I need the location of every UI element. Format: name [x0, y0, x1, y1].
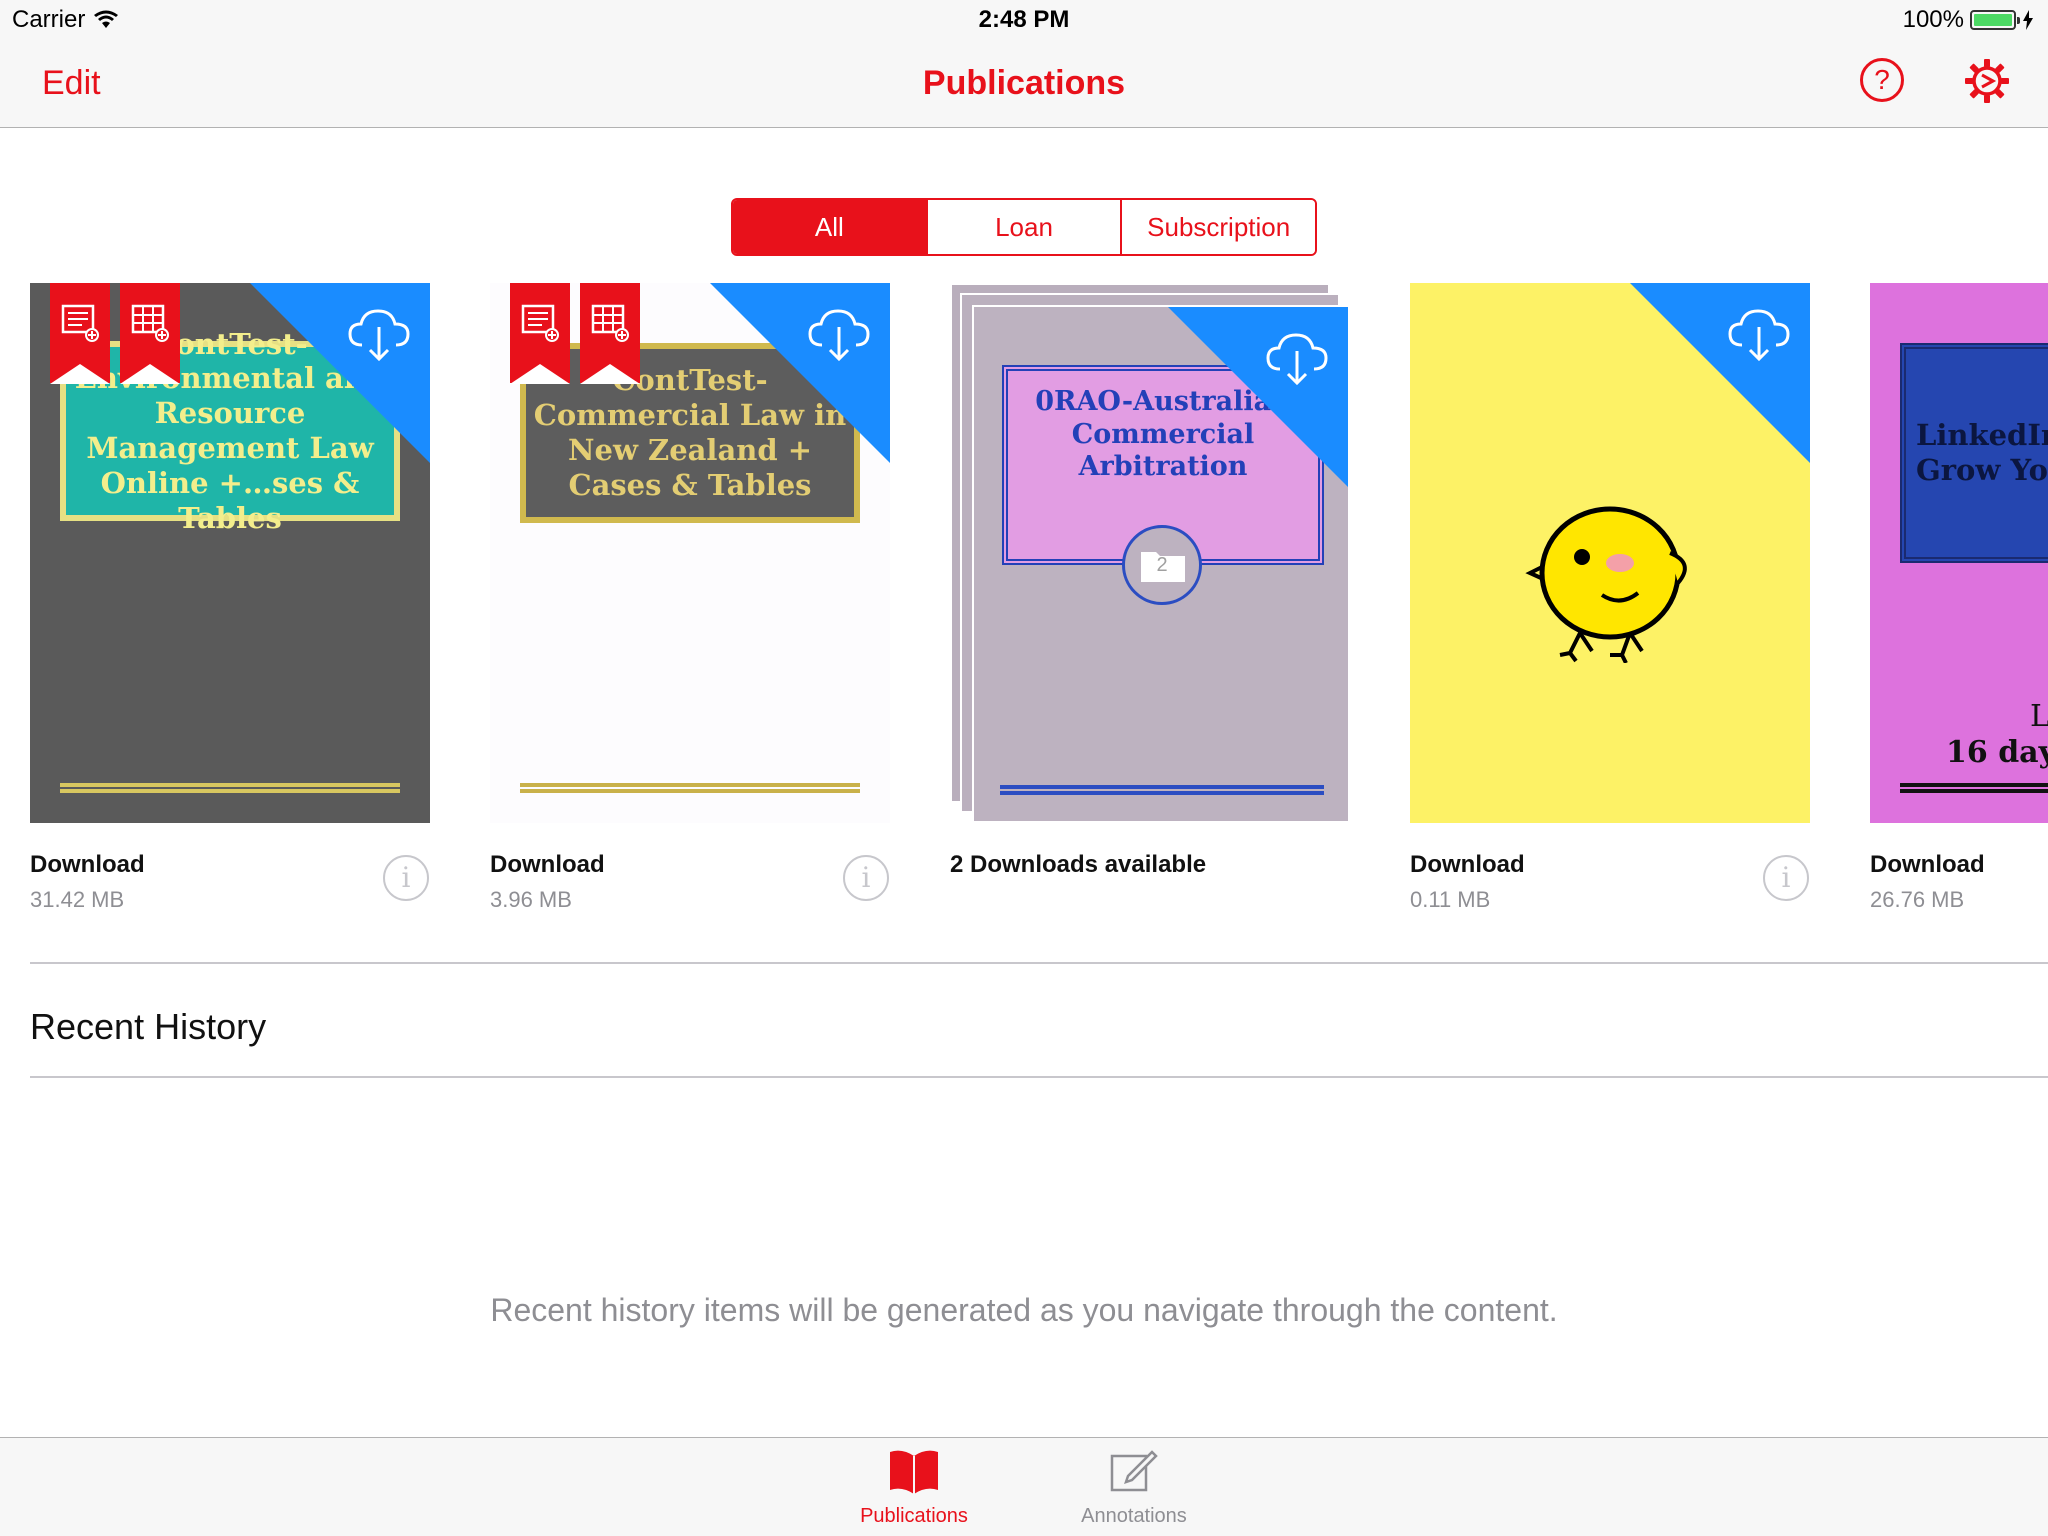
download-status[interactable]: Download: [1870, 851, 1985, 879]
recent-history-title: Recent History: [30, 1006, 267, 1047]
publication-card: LinkedIn Connect Grow Your 2015 L 16 day…: [1870, 283, 2048, 923]
tables-ribbon[interactable]: [580, 283, 640, 384]
publication-cover[interactable]: [1410, 283, 1810, 823]
file-size: 3.96 MB: [490, 887, 572, 912]
cover-title: LinkedIn Connect Grow Your 2015: [1900, 343, 2048, 563]
segment-all[interactable]: All: [733, 200, 928, 254]
collection-cover-stack[interactable]: 0RAO-Australian Commercial Arbitration 2: [950, 283, 1350, 823]
cloud-download-icon[interactable]: [1726, 303, 1792, 363]
file-size: 0.11 MB: [1410, 887, 1491, 912]
table-badge-icon: [131, 304, 169, 342]
stack-layer-front: 0RAO-Australian Commercial Arbitration 2: [972, 305, 1350, 823]
tab-publications[interactable]: Publications: [814, 1448, 1014, 1528]
info-icon[interactable]: i: [843, 855, 889, 901]
cover-rule: [1900, 783, 2048, 793]
tab-label: Annotations: [1081, 1505, 1187, 1527]
battery-icon: [1970, 10, 2020, 30]
divider: [30, 962, 2048, 964]
tables-ribbon[interactable]: [120, 283, 180, 384]
publication-cover[interactable]: ContTest-Commercial Law in New Zealand +…: [490, 283, 890, 823]
publication-cover[interactable]: LinkedIn Connect Grow Your 2015 L 16 day…: [1870, 283, 2048, 823]
file-size: 26.76 MB: [1870, 887, 1965, 912]
table-badge-icon: [591, 304, 629, 342]
cloud-download-icon[interactable]: [806, 303, 872, 363]
segment-loan[interactable]: Loan: [927, 200, 1123, 254]
cloud-download-icon[interactable]: [1264, 327, 1330, 387]
folder-count-badge: 2: [1122, 525, 1202, 605]
filter-segmented-control: All Loan Subscription: [731, 198, 1317, 256]
tab-annotations[interactable]: Annotations: [1034, 1448, 1234, 1528]
publication-collection-card: 0RAO-Australian Commercial Arbitration 2…: [950, 283, 1350, 923]
info-icon[interactable]: i: [1763, 855, 1809, 901]
question-circle-icon: ?: [1874, 64, 1890, 95]
publication-card: ContTest-Commercial Law in New Zealand +…: [490, 283, 890, 923]
notes-ribbon[interactable]: [510, 283, 570, 384]
cloud-download-icon[interactable]: [346, 303, 412, 363]
cover-rule: [520, 783, 860, 793]
file-size: 31.42 MB: [30, 887, 125, 912]
edit-note-icon: [1110, 1450, 1158, 1492]
tab-bar: Publications Annotations: [0, 1437, 2048, 1536]
battery-percent: 100%: [1902, 6, 1964, 33]
status-bar: Carrier 2:48 PM 100%: [0, 0, 2048, 40]
notes-badge-icon: [521, 304, 559, 342]
status-time: 2:48 PM: [978, 6, 1070, 33]
download-status[interactable]: Download: [1410, 851, 1525, 879]
recent-history-empty-message: Recent history items will be generated a…: [490, 1292, 1558, 1328]
divider: [30, 1076, 2048, 1078]
publication-card: ContTest-Environmental and Resource Mana…: [30, 283, 430, 923]
segment-subscription[interactable]: Subscription: [1122, 200, 1315, 254]
cover-footer-text: 16 days: [1946, 735, 2048, 770]
cover-rule: [60, 783, 400, 793]
gear-icon[interactable]: [1962, 56, 2012, 106]
cover-rule: [1000, 785, 1324, 795]
charging-icon: [2023, 10, 2033, 30]
navigation-bar: Edit Publications ?: [0, 40, 2048, 128]
page-title: Publications: [922, 64, 1126, 102]
publications-carousel[interactable]: ContTest-Environmental and Resource Mana…: [0, 283, 2048, 923]
notes-ribbon[interactable]: [50, 283, 110, 384]
status-right: 100%: [1903, 6, 2034, 34]
publication-cover[interactable]: ContTest-Environmental and Resource Mana…: [30, 283, 430, 823]
publication-card: Download 0.11 MB i: [1410, 283, 1810, 923]
tab-label: Publications: [860, 1505, 968, 1527]
chick-illustration: [1525, 506, 1687, 663]
info-icon[interactable]: i: [383, 855, 429, 901]
cover-letter: L: [2030, 699, 2048, 734]
open-book-icon: [890, 1450, 938, 1494]
download-status[interactable]: Download: [30, 851, 145, 879]
notes-badge-icon: [61, 304, 99, 342]
help-button[interactable]: ?: [1860, 58, 1904, 102]
download-status[interactable]: 2 Downloads available: [950, 851, 1206, 879]
download-status[interactable]: Download: [490, 851, 605, 879]
folder-count: 2: [1156, 554, 1168, 576]
